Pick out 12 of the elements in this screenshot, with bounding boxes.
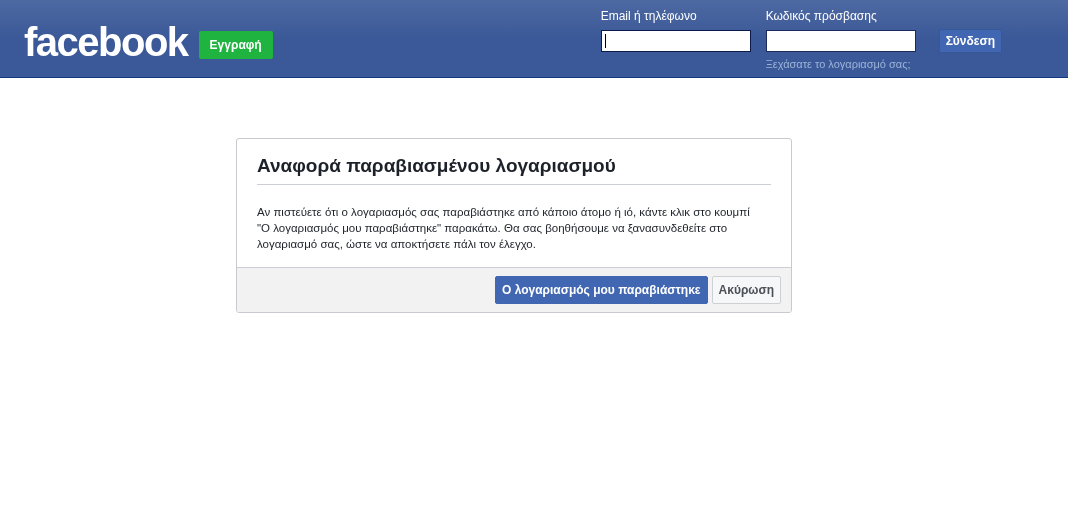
login-button[interactable]: Σύνδεση — [938, 29, 1002, 53]
forgot-account-link[interactable]: Ξεχάσατε το λογαριασμό σας; — [765, 58, 916, 70]
signup-button[interactable]: Εγγραφή — [198, 31, 273, 59]
field-label: Κωδικός πρόσβασης — [765, 9, 878, 25]
password-field[interactable] — [765, 30, 916, 52]
dialog-text: Αν πιστεύετε ότι ο λογαριασμός σας παραβιάστηκε από κάποιο άτομο ή ιό, κάντε κλικ στο κουμπί "Ο λογαριασμός μου παραβιάστηκε" παρακάτω. Θα σας βοηθήσουμε να ξανασυνδεθείτε στο λογαριασμό σας, ώστε να αποκτήσετε πάλι τον έλεγχο. — [257, 205, 751, 252]
hacked-button[interactable]: Ο λογαριασμός μου παραβιάστηκε — [495, 276, 708, 304]
field-label: Email ή τηλέφωνο — [600, 9, 698, 25]
email-field[interactable] — [600, 30, 751, 52]
dialog-title: Αναφορά παραβιασμένου λογαριασμού — [257, 155, 771, 185]
cancel-button[interactable]: Ακύρωση — [711, 276, 781, 304]
logo[interactable]: facebook — [24, 20, 188, 64]
